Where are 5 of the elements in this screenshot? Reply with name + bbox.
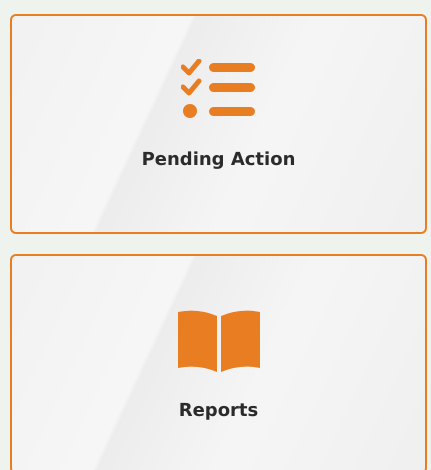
menu-card[interactable]: Pending Action <box>10 14 427 234</box>
menu-card[interactable]: Reports <box>10 254 427 470</box>
card-label: Reports <box>178 400 258 420</box>
card-label: Pending Action <box>142 148 296 170</box>
book-icon <box>176 308 262 374</box>
